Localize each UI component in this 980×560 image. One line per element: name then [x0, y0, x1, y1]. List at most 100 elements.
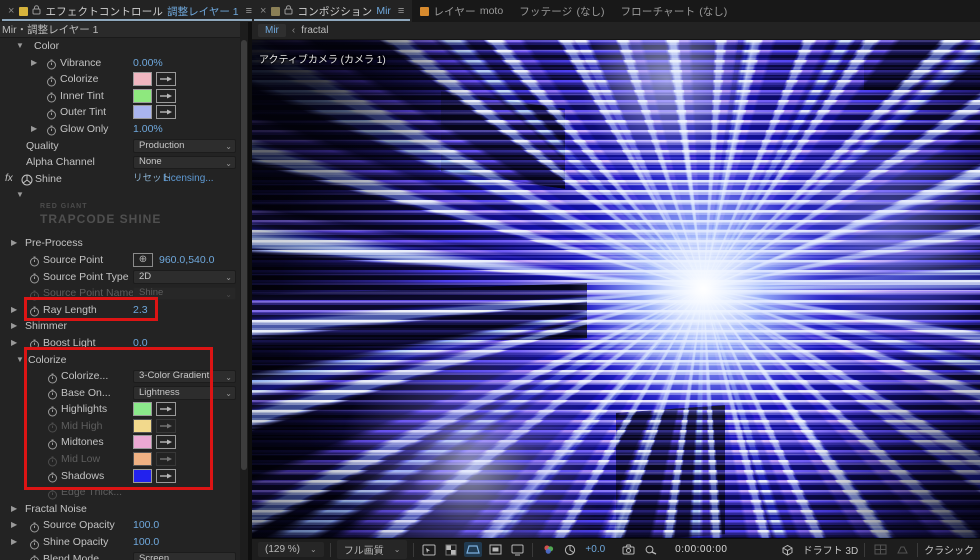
- eyedropper-icon[interactable]: [156, 452, 176, 466]
- property-value[interactable]: 100.0: [133, 534, 159, 551]
- fx-badge-icon[interactable]: fx: [5, 173, 13, 184]
- ground-plane-icon[interactable]: [893, 542, 911, 557]
- transparency-grid-icon[interactable]: [442, 542, 460, 557]
- stopwatch-icon[interactable]: [29, 271, 40, 282]
- stopwatch-icon[interactable]: [47, 437, 58, 448]
- expander-icon[interactable]: ▶: [11, 302, 17, 319]
- stopwatch-icon[interactable]: [46, 90, 57, 101]
- stopwatch-icon[interactable]: [47, 420, 58, 431]
- dropdown-blend-mode[interactable]: Screen⌄: [133, 552, 236, 560]
- eyedropper-icon[interactable]: [156, 89, 176, 103]
- wireframe-icon[interactable]: [871, 542, 889, 557]
- exposure-value[interactable]: +0.0: [585, 544, 605, 555]
- expander-icon[interactable]: ▶: [11, 335, 17, 352]
- stopwatch-icon[interactable]: [29, 254, 40, 265]
- eyedropper-icon[interactable]: [156, 402, 176, 416]
- exposure-icon[interactable]: [561, 542, 579, 557]
- panel-menu-icon[interactable]: ≡: [398, 5, 404, 17]
- mask-paths-icon[interactable]: [464, 542, 482, 557]
- tab-レイヤー[interactable]: レイヤーmoto: [412, 0, 511, 22]
- expander-icon[interactable]: ▼: [16, 38, 24, 55]
- tab-フッテージ[interactable]: フッテージ(なし): [511, 0, 612, 22]
- expander-icon[interactable]: ▶: [11, 534, 17, 551]
- lock-icon[interactable]: [32, 5, 41, 18]
- expander-icon[interactable]: ▶: [11, 517, 17, 534]
- tab-effect-controls[interactable]: × エフェクトコントロール 調整レイヤー 1 ≡: [0, 0, 260, 22]
- color-swatch[interactable]: [133, 89, 152, 103]
- dropdown-colorize-[interactable]: 3-Color Gradient⌄: [133, 370, 236, 384]
- property-value[interactable]: 960.0,540.0: [159, 252, 214, 269]
- dropdown-base-on-[interactable]: Lightness⌄: [133, 386, 236, 400]
- stopwatch-icon[interactable]: [29, 520, 40, 531]
- eyedropper-icon[interactable]: [156, 105, 176, 119]
- color-swatch[interactable]: [133, 402, 152, 416]
- color-swatch[interactable]: [133, 419, 152, 433]
- dropdown-source-point-type[interactable]: 2D⌄: [133, 270, 236, 284]
- expander-icon[interactable]: ▶: [31, 121, 37, 138]
- stopwatch-icon[interactable]: [47, 371, 58, 382]
- stopwatch-icon[interactable]: [29, 337, 40, 348]
- color-swatch[interactable]: [133, 469, 152, 483]
- breadcrumb-parent[interactable]: fractal: [301, 25, 328, 36]
- stopwatch-icon[interactable]: [29, 288, 40, 299]
- show-snapshot-icon[interactable]: [641, 542, 659, 557]
- resolution-dropdown[interactable]: フル画質 ⌄: [337, 540, 408, 559]
- stopwatch-icon[interactable]: [46, 107, 57, 118]
- property-label[interactable]: Shimmer: [25, 318, 67, 335]
- stopwatch-icon[interactable]: [46, 123, 57, 134]
- eyedropper-icon[interactable]: [156, 469, 176, 483]
- scrollbar[interactable]: [240, 22, 248, 560]
- scrollbar-thumb[interactable]: [241, 40, 247, 470]
- property-label[interactable]: Fractal Noise: [25, 501, 87, 518]
- stopwatch-icon[interactable]: [29, 537, 40, 548]
- eyedropper-icon[interactable]: [156, 419, 176, 433]
- dropdown-source-point-name[interactable]: Shine⌄: [133, 287, 236, 301]
- stopwatch-icon[interactable]: [47, 404, 58, 415]
- property-value[interactable]: 1.00%: [133, 121, 163, 138]
- licensing-link[interactable]: Licensing...: [163, 171, 214, 188]
- stopwatch-icon[interactable]: [29, 304, 40, 315]
- color-swatch[interactable]: [133, 452, 152, 466]
- draft-3d-icon[interactable]: [779, 542, 797, 557]
- color-swatch[interactable]: [133, 435, 152, 449]
- breadcrumb-current[interactable]: Mir: [258, 24, 286, 37]
- tab-フローチャート[interactable]: フローチャート(なし): [612, 0, 735, 22]
- tab-コンポジション[interactable]: ×コンポジションMir≡: [252, 0, 412, 22]
- color-swatch[interactable]: [133, 72, 152, 86]
- stopwatch-icon[interactable]: [29, 553, 40, 560]
- color-swatch[interactable]: [133, 105, 152, 119]
- composition-viewport[interactable]: アクティブカメラ (カメラ 1): [252, 40, 980, 538]
- stopwatch-icon[interactable]: [47, 454, 58, 465]
- expander-icon[interactable]: ▶: [11, 501, 17, 518]
- channels-icon[interactable]: [539, 542, 557, 557]
- stopwatch-icon[interactable]: [47, 487, 58, 498]
- eyedropper-icon[interactable]: [156, 72, 176, 86]
- expander-icon[interactable]: ▼: [16, 352, 24, 369]
- region-of-interest-icon[interactable]: [486, 542, 504, 557]
- expander-icon[interactable]: ▶: [11, 235, 17, 252]
- eyedropper-icon[interactable]: [156, 435, 176, 449]
- draft-3d-label[interactable]: ドラフト 3D: [803, 542, 859, 557]
- view-options-icon[interactable]: [420, 542, 438, 557]
- dropdown-alpha-channel[interactable]: None⌄: [133, 156, 236, 170]
- dropdown-quality[interactable]: Production⌄: [133, 139, 236, 153]
- property-label[interactable]: Colorize: [28, 352, 67, 369]
- property-label[interactable]: Pre-Process: [25, 235, 83, 252]
- close-icon[interactable]: ×: [8, 5, 14, 17]
- expander-icon[interactable]: ▶: [31, 55, 37, 72]
- stopwatch-icon[interactable]: [46, 57, 57, 68]
- property-value[interactable]: 100.0: [133, 517, 159, 534]
- close-icon[interactable]: ×: [260, 5, 266, 17]
- renderer-label[interactable]: クラシック: [924, 542, 974, 557]
- screen-layout-icon[interactable]: [508, 542, 526, 557]
- property-value[interactable]: 0.00%: [133, 55, 163, 72]
- property-value[interactable]: 0.0: [133, 335, 148, 352]
- lock-icon[interactable]: [284, 5, 293, 18]
- stopwatch-icon[interactable]: [47, 470, 58, 481]
- snapshot-camera-icon[interactable]: [619, 542, 637, 557]
- expander-icon[interactable]: ▶: [11, 318, 17, 335]
- property-value[interactable]: 2.3: [133, 302, 148, 319]
- property-label[interactable]: Color: [34, 38, 59, 55]
- point-target-icon[interactable]: ⊕: [133, 253, 153, 267]
- current-time-display[interactable]: 0:00:00:00: [675, 544, 727, 555]
